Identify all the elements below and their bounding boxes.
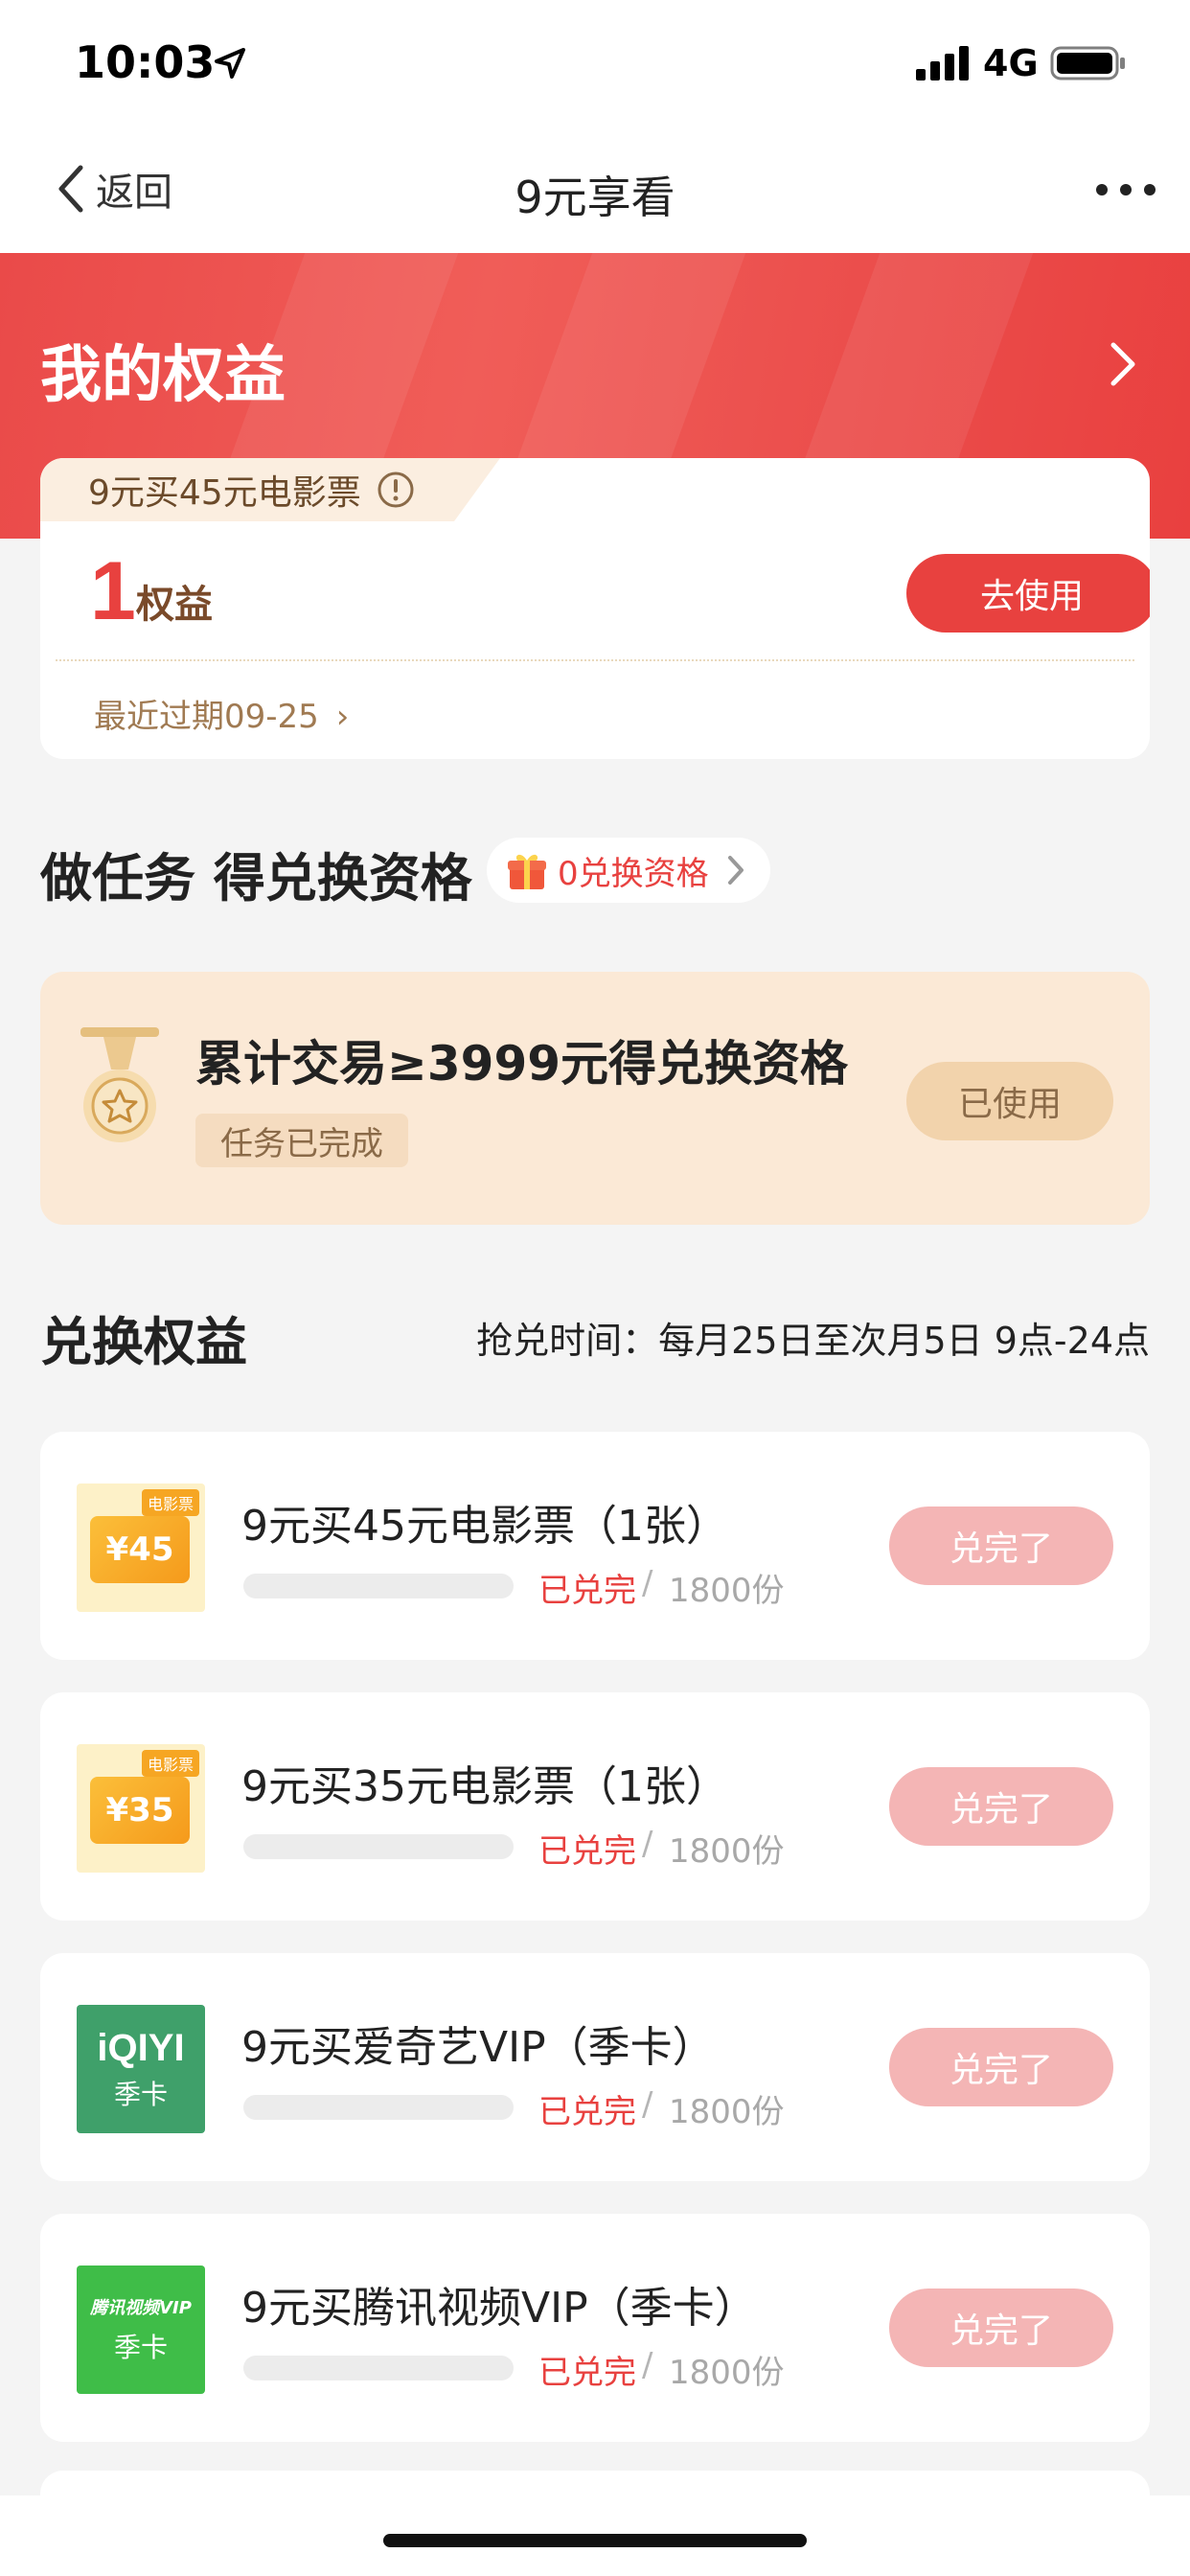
exchange-section-title: 兑换权益 xyxy=(40,1312,247,1372)
location-arrow-icon xyxy=(215,48,245,79)
home-indicator[interactable] xyxy=(383,2534,807,2547)
task-section-title: 做任务 得兑换资格 xyxy=(40,848,472,908)
progress-bar xyxy=(243,2356,514,2380)
task-status-badge: 任务已完成 xyxy=(195,1114,408,1167)
qualification-label: 0兑换资格 xyxy=(558,854,709,893)
progress-bar xyxy=(243,1834,514,1859)
chevron-right-icon[interactable] xyxy=(1108,339,1138,389)
gift-icon xyxy=(508,854,546,889)
use-button[interactable]: 去使用 xyxy=(906,554,1150,632)
thumb-value: ¥35 xyxy=(90,1777,190,1844)
item-sold: 已兑完 xyxy=(538,2093,636,2131)
rights-count: 1 xyxy=(90,545,136,637)
movie-ticket-thumbnail: 电影票 ¥45 xyxy=(77,1484,205,1612)
task-card: 累计交易≥3999元得兑换资格 任务已完成 已使用 xyxy=(40,972,1150,1225)
iqiyi-thumbnail: iQIYI 季卡 xyxy=(77,2005,205,2133)
thumb-label: 电影票 xyxy=(141,1489,199,1516)
exchange-item[interactable]: 电影票 ¥45 9元买45元电影票（1张） 已兑完 / 1800份 兑完了 xyxy=(40,1432,1150,1660)
banner-title: 我的权益 xyxy=(40,340,286,411)
battery-icon xyxy=(1050,46,1125,80)
rights-card: 9元买45元电影票 1 权益 去使用 最近过期09-25 › xyxy=(40,458,1150,759)
item-total: 1800份 xyxy=(669,1832,785,1871)
exchange-item[interactable]: 腾讯视频VIP 季卡 9元买腾讯视频VIP（季卡） 已兑完 / 1800份 兑完… xyxy=(40,2214,1150,2442)
signal-icon xyxy=(916,46,969,80)
exchange-item[interactable]: 电影票 ¥35 9元买35元电影票（1张） 已兑完 / 1800份 兑完了 xyxy=(40,1692,1150,1920)
thumb-sub: 季卡 xyxy=(113,2332,168,2363)
item-separator: / xyxy=(642,2346,653,2384)
item-separator: / xyxy=(642,1564,653,1602)
item-sold: 已兑完 xyxy=(538,1832,636,1871)
task-used-button[interactable]: 已使用 xyxy=(906,1062,1113,1140)
item-name: 9元买35元电影票（1张） xyxy=(241,1762,728,1811)
progress-bar xyxy=(243,1574,514,1598)
chevron-right-icon xyxy=(727,856,744,885)
thumb-sub: 季卡 xyxy=(113,2078,168,2110)
item-sold: 已兑完 xyxy=(538,1572,636,1610)
item-total: 1800份 xyxy=(669,2093,785,2131)
more-icon[interactable] xyxy=(1092,172,1159,207)
item-name: 9元买腾讯视频VIP（季卡） xyxy=(241,2284,757,2333)
item-total: 1800份 xyxy=(669,1572,785,1610)
item-sold: 已兑完 xyxy=(538,2354,636,2392)
progress-bar xyxy=(243,2095,514,2120)
expiry-label: 最近过期09-25 xyxy=(94,698,319,736)
sold-out-button[interactable]: 兑完了 xyxy=(889,2288,1113,2367)
movie-ticket-thumbnail: 电影票 ¥35 xyxy=(77,1744,205,1873)
rights-tag: 9元买45元电影票 xyxy=(40,458,500,521)
chevron-right-icon: › xyxy=(335,698,350,736)
rights-unit: 权益 xyxy=(136,583,213,627)
sold-out-button[interactable]: 兑完了 xyxy=(889,1767,1113,1846)
iqiyi-logo: iQIYI xyxy=(97,2026,185,2069)
page-title: 9元享看 xyxy=(515,172,675,223)
task-name: 累计交易≥3999元得兑换资格 xyxy=(195,1036,849,1092)
status-time: 10:03 xyxy=(75,36,216,88)
info-icon[interactable] xyxy=(377,471,415,509)
divider xyxy=(56,659,1134,661)
sold-out-button[interactable]: 兑完了 xyxy=(889,1506,1113,1585)
exchange-item[interactable]: iQIYI 季卡 9元买爱奇艺VIP（季卡） 已兑完 / 1800份 兑完了 xyxy=(40,1953,1150,2181)
tencent-video-thumbnail: 腾讯视频VIP 季卡 xyxy=(77,2266,205,2394)
item-name: 9元买45元电影票（1张） xyxy=(241,1502,728,1551)
medal-icon xyxy=(80,1027,159,1142)
status-bar: 10:03 4G xyxy=(0,0,1190,125)
item-total: 1800份 xyxy=(669,2354,785,2392)
network-label: 4G xyxy=(983,42,1039,84)
thumb-value: ¥45 xyxy=(90,1516,190,1583)
expiry-link[interactable]: 最近过期09-25 › xyxy=(94,690,349,737)
item-name: 9元买爱奇艺VIP（季卡） xyxy=(241,2023,715,2072)
qualification-pill[interactable]: 0兑换资格 xyxy=(487,838,770,903)
exchange-time: 抢兑时间：每月25日至次月5日 9点-24点 xyxy=(476,1320,1150,1362)
thumb-label: 电影票 xyxy=(141,1750,199,1777)
tencent-video-logo: 腾讯视频VIP xyxy=(90,2298,192,2318)
sold-out-button[interactable]: 兑完了 xyxy=(889,2028,1113,2106)
item-separator: / xyxy=(642,2085,653,2124)
item-separator: / xyxy=(642,1825,653,1863)
nav-bar: 返回 9元享看 xyxy=(0,125,1190,253)
rights-tag-label: 9元买45元电影票 xyxy=(88,473,361,513)
